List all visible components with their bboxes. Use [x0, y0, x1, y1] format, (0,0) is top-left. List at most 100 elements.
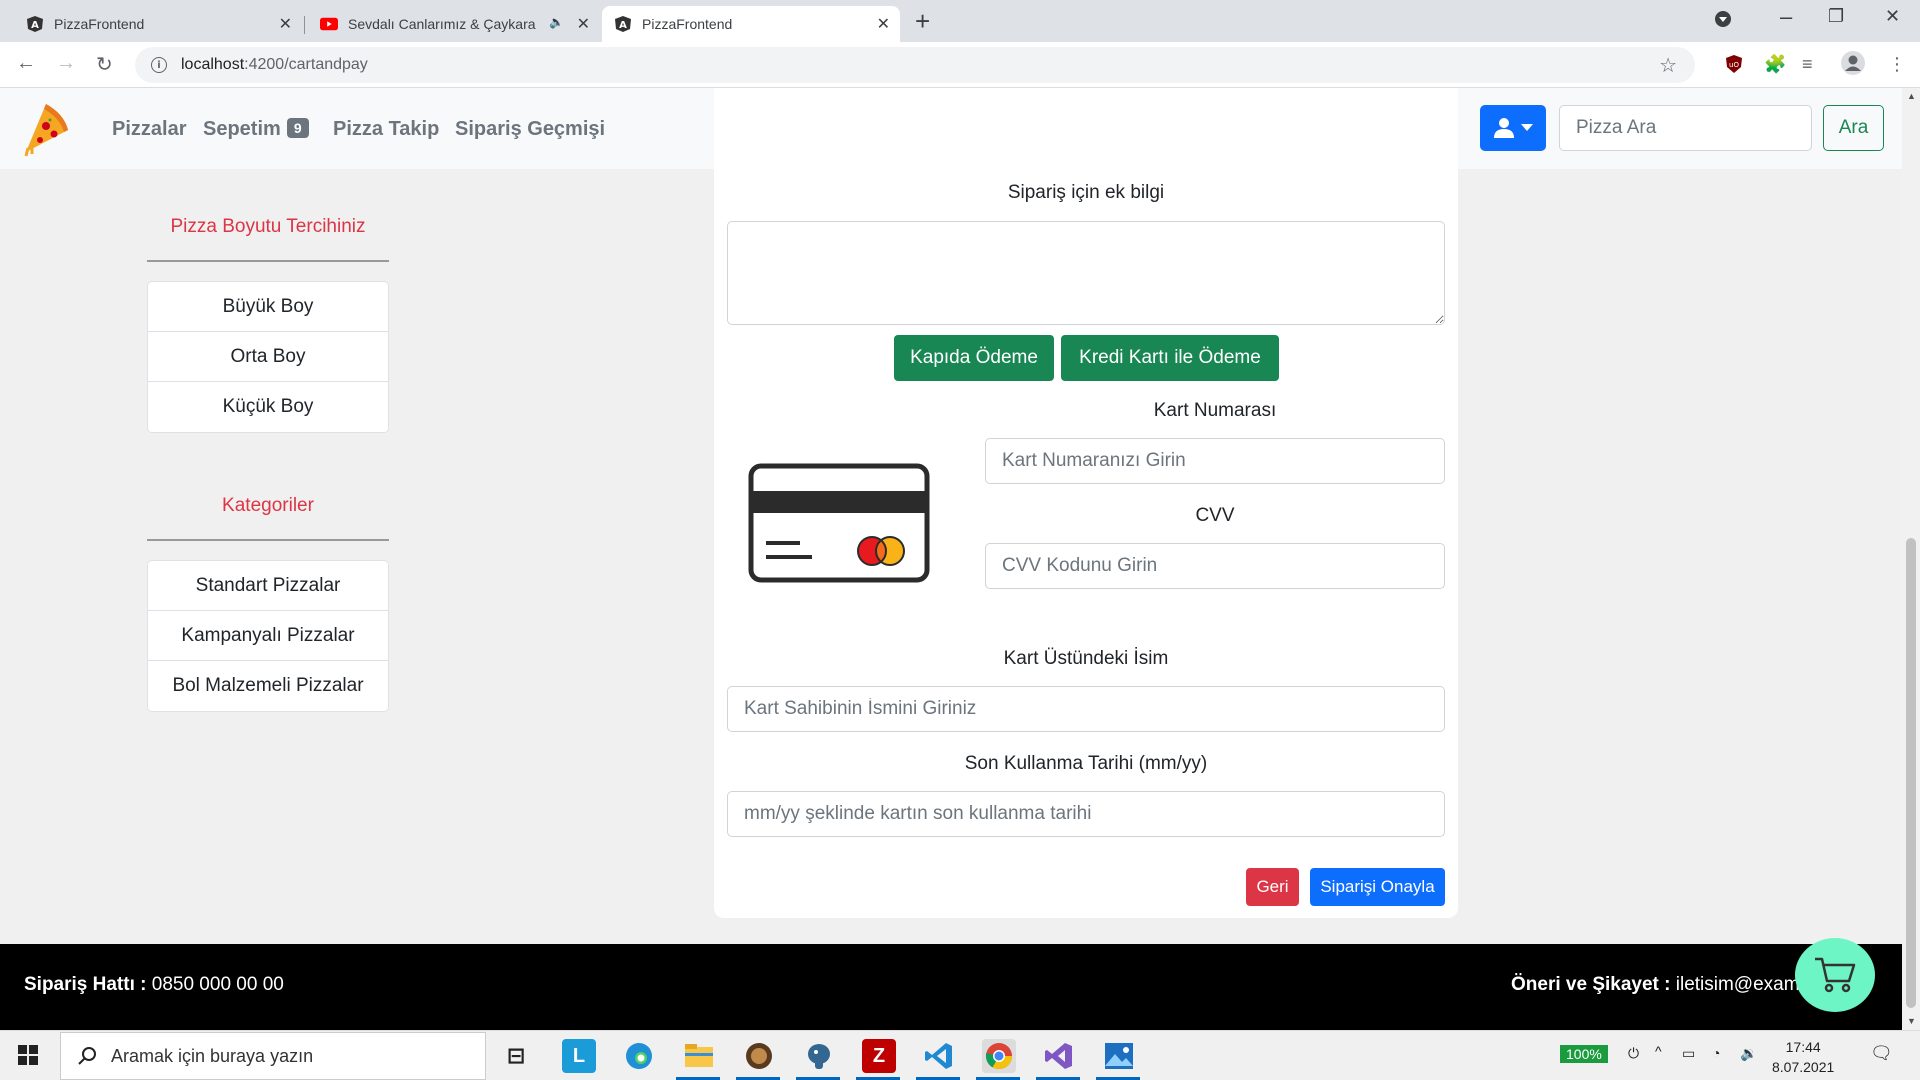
menu-kebab-icon[interactable]: ⋮ [1888, 54, 1906, 75]
windows-taskbar: Aramak için buraya yazın ⊟ L Z 100% ⏻ ^ … [0, 1030, 1920, 1080]
windows-start-icon[interactable] [18, 1045, 38, 1070]
chrome-icon[interactable] [982, 1039, 1016, 1073]
size-list: Büyük Boy Orta Boy Küçük Boy [147, 281, 389, 433]
taskbar-search-box[interactable]: Aramak için buraya yazın [60, 1032, 486, 1080]
task-view-icon[interactable]: ⊟ [499, 1039, 533, 1073]
expiry-input[interactable] [727, 791, 1445, 837]
card-number-input[interactable] [985, 438, 1445, 484]
address-bar-row: ← → ↻ i localhost:4200/cartandpay ☆ uO 🧩… [0, 42, 1920, 88]
list-item-size[interactable]: Orta Boy [148, 332, 388, 382]
scrollbar-thumb[interactable] [1906, 538, 1916, 1008]
cart-count-badge: 9 [286, 118, 309, 138]
angular-icon: A [26, 15, 44, 33]
tab-title: PizzaFrontend [54, 16, 145, 32]
back-button[interactable]: Geri [1246, 868, 1299, 906]
pizza-logo-icon[interactable] [20, 100, 70, 158]
back-icon[interactable]: ← [16, 52, 36, 75]
list-item-size[interactable]: Küçük Boy [148, 382, 388, 432]
visual-studio-icon[interactable] [1042, 1039, 1076, 1073]
user-menu-button[interactable] [1480, 105, 1546, 151]
browser-tab-active[interactable]: A PizzaFrontend ✕ [602, 6, 900, 42]
feedback-label: Öneri ve Şikayet : [1511, 974, 1671, 995]
taskbar-clock[interactable]: 17:44 8.07.2021 [1772, 1037, 1834, 1077]
search-button[interactable]: Ara [1823, 105, 1884, 151]
clock-time: 17:44 [1785, 1039, 1821, 1055]
pizza-search-input[interactable] [1559, 105, 1812, 151]
reload-icon[interactable]: ↻ [96, 52, 113, 77]
hotline-number: 0850 000 00 00 [151, 974, 284, 995]
notifications-icon[interactable]: 🗨 [1870, 1043, 1893, 1064]
app-l-icon[interactable]: L [562, 1039, 596, 1073]
extensions-icon[interactable]: 🧩 [1764, 54, 1786, 75]
scroll-down-icon[interactable]: ▼ [1907, 1016, 1916, 1026]
tab-title: PizzaFrontend [642, 16, 733, 32]
filezilla-icon[interactable]: Z [862, 1039, 896, 1073]
pay-at-door-button[interactable]: Kapıda Ödeme [894, 335, 1054, 381]
confirm-order-button[interactable]: Siparişi Onayla [1310, 868, 1445, 906]
clock-date: 8.07.2021 [1772, 1059, 1835, 1075]
nav-link-sepetim[interactable]: Sepetim 9 [203, 118, 309, 141]
audio-playing-icon[interactable]: 🔈 [549, 15, 564, 29]
tab-search-icon[interactable] [1714, 10, 1732, 33]
card-holder-label: Kart Üstündeki İsim [1003, 648, 1169, 669]
tab-title: Sevdalı Canlarımız & Çaykara [348, 16, 536, 32]
card-holder-input[interactable] [727, 686, 1445, 732]
close-window-icon[interactable]: ✕ [1885, 6, 1900, 27]
close-tab-icon[interactable]: ✕ [279, 14, 292, 34]
category-list: Standart Pizzalar Kampanyalı Pizzalar Bo… [147, 560, 389, 712]
wifi-icon[interactable]: ◔ [1712, 1045, 1720, 1061]
bookmark-star-icon[interactable]: ☆ [1659, 53, 1677, 78]
browser-tab[interactable]: Sevdalı Canlarımız & Çaykara 🔈 ✕ [308, 6, 600, 42]
list-item-category[interactable]: Kampanyalı Pizzalar [148, 611, 388, 661]
cvv-label: CVV [1195, 505, 1235, 526]
vscode-icon[interactable] [922, 1039, 956, 1073]
profile-icon[interactable] [1840, 50, 1866, 81]
battery-percent[interactable]: 100% [1560, 1045, 1608, 1063]
cart-fab-button[interactable] [1795, 938, 1875, 1012]
size-section-title: Pizza Boyutu Tercihiniz [170, 216, 366, 237]
feedback: Öneri ve Şikayet : iletisim@exam [1511, 974, 1800, 996]
restore-icon[interactable]: ❐ [1828, 6, 1844, 27]
hotline: Sipariş Hattı : 0850 000 00 00 [24, 974, 284, 996]
close-tab-icon[interactable]: ✕ [577, 14, 590, 34]
hotline-label: Sipariş Hattı : [24, 974, 147, 995]
browser-tab[interactable]: A PizzaFrontend ✕ [14, 6, 302, 42]
svg-text:A: A [619, 20, 627, 31]
new-tab-icon[interactable]: + [915, 6, 930, 37]
nav-link-pizzalar[interactable]: Pizzalar [112, 118, 186, 141]
divider [147, 539, 389, 541]
list-item-size[interactable]: Büyük Boy [148, 282, 388, 332]
page-scrollbar[interactable]: ▲ ▼ [1902, 88, 1920, 1030]
photos-icon[interactable] [1102, 1039, 1136, 1073]
scroll-up-icon[interactable]: ▲ [1907, 91, 1916, 101]
order-note-textarea[interactable] [727, 221, 1445, 325]
list-item-category[interactable]: Bol Malzemeli Pizzalar [148, 661, 388, 711]
file-explorer-icon[interactable] [682, 1039, 716, 1073]
list-item-category[interactable]: Standart Pizzalar [148, 561, 388, 611]
postgresql-icon[interactable] [802, 1039, 836, 1073]
expiry-label: Son Kullanma Tarihi (mm/yy) [964, 753, 1208, 774]
forward-icon[interactable]: → [56, 52, 76, 75]
media-control-icon[interactable]: ≡ [1802, 54, 1813, 75]
divider [147, 260, 389, 262]
browser-tab-bar: A PizzaFrontend ✕ Sevdalı Canlarımız & Ç… [0, 0, 1920, 42]
page-viewport: Pizzalar Sepetim 9 Pizza Takip Sipariş Ge… [0, 88, 1902, 1030]
svg-text:uO: uO [1729, 61, 1739, 69]
show-hidden-icons-icon[interactable]: ^ [1655, 1043, 1662, 1059]
app-badge-icon[interactable] [742, 1039, 776, 1073]
site-info-icon[interactable]: i [151, 57, 167, 73]
volume-icon[interactable]: 🔉 [1740, 1045, 1757, 1062]
cvv-input[interactable] [985, 543, 1445, 589]
pay-by-card-button[interactable]: Kredi Kartı ile Ödeme [1061, 335, 1279, 381]
close-tab-icon[interactable]: ✕ [877, 14, 890, 34]
nav-link-siparis-gecmisi[interactable]: Sipariş Geçmişi [455, 118, 605, 141]
url-field[interactable]: i localhost:4200/cartandpay ☆ [135, 47, 1695, 83]
search-icon [78, 1047, 96, 1065]
ublock-icon[interactable]: uO [1724, 54, 1744, 79]
minimize-icon[interactable]: – [1780, 4, 1792, 30]
battery-icon[interactable]: ▭ [1682, 1045, 1695, 1062]
angular-icon: A [614, 15, 632, 33]
caret-down-icon [1521, 124, 1533, 131]
nav-link-pizza-takip[interactable]: Pizza Takip [333, 118, 439, 141]
edge-icon[interactable] [622, 1039, 656, 1073]
